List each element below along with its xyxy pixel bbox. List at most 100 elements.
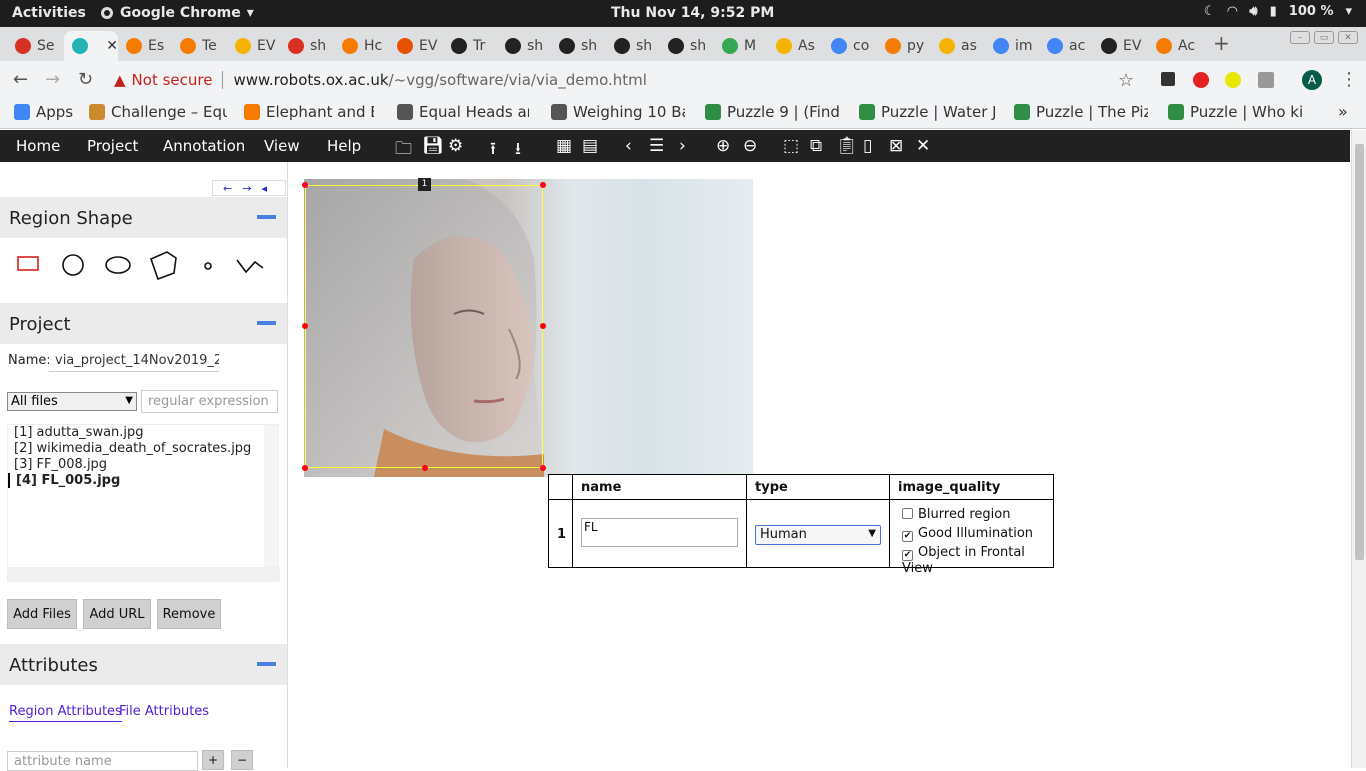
add-files-button[interactable]: Add Files — [7, 599, 77, 629]
select-all-icon[interactable]: ⬚ — [783, 136, 799, 156]
add-url-button[interactable]: Add URL — [83, 599, 151, 629]
upload-icon[interactable]: ⭱ — [490, 136, 496, 165]
attributes-header[interactable]: Attributes — [0, 644, 287, 685]
checkbox-blurred[interactable]: Blurred region — [902, 507, 1010, 522]
resize-handle[interactable] — [540, 465, 546, 471]
save-icon[interactable]: 💾︎ — [422, 136, 444, 156]
extension-icon[interactable] — [1258, 72, 1274, 88]
bookmark-item[interactable]: Weighing 10 Bag — [551, 103, 685, 121]
bookmark-item[interactable]: Equal Heads and — [397, 103, 529, 121]
close-window-button[interactable]: ✕ — [1338, 31, 1358, 44]
resize-handle[interactable] — [422, 465, 428, 471]
resize-handle[interactable] — [302, 465, 308, 471]
browser-tab[interactable]: M — [714, 31, 768, 61]
checkbox-unchecked[interactable] — [902, 508, 913, 519]
bookmark-star-icon[interactable]: ☆ — [1118, 70, 1134, 91]
browser-tab[interactable]: As — [768, 31, 822, 61]
arrow-left-icon[interactable]: ← — [223, 182, 232, 195]
next-image-icon[interactable]: › — [679, 136, 686, 156]
browser-tab[interactable]: sh — [280, 31, 334, 61]
collapse-icon[interactable]: ◂ — [261, 182, 267, 195]
gear-icon[interactable]: ⚙ — [448, 136, 463, 156]
browser-tab[interactable]: Te — [172, 31, 226, 61]
page-scrollbar[interactable] — [1351, 130, 1366, 768]
download-icon[interactable]: ⭳ — [515, 136, 521, 165]
app-menu[interactable]: Google Chrome ▾ — [100, 5, 254, 21]
checkbox-frontal-view[interactable]: ✔ Object in Frontal View — [902, 545, 1053, 576]
browser-tab[interactable]: Tr — [443, 31, 497, 61]
circle-shape-icon[interactable] — [62, 254, 86, 278]
paste-icon[interactable]: 📋︎ — [836, 136, 858, 156]
arrow-right-icon[interactable]: → — [242, 182, 251, 195]
zoom-in-icon[interactable]: ⊕ — [716, 136, 730, 156]
browser-tab[interactable]: Hc — [334, 31, 388, 61]
browser-tab[interactable]: Es — [118, 31, 172, 61]
file-list-item-selected[interactable]: [4] FL_005.jpg — [8, 473, 120, 488]
browser-tab[interactable]: Se — [7, 31, 61, 61]
extension-icon[interactable] — [1193, 72, 1209, 88]
comment-icon[interactable]: ▤ — [582, 136, 598, 156]
browser-tab[interactable]: sh — [606, 31, 660, 61]
collapse-icon[interactable] — [257, 215, 276, 219]
browser-tab[interactable]: sh — [497, 31, 551, 61]
activities-button[interactable]: Activities — [12, 5, 86, 21]
close-tab-icon[interactable]: ✕ — [106, 38, 118, 54]
checkbox-checked[interactable]: ✔ — [902, 531, 913, 542]
project-name-input[interactable]: via_project_14Nov2019_21h — [49, 350, 219, 372]
folder-open-icon[interactable]: 🗀︎ — [395, 136, 412, 165]
extension-icon[interactable] — [1161, 72, 1175, 86]
minimize-button[interactable]: – — [1290, 31, 1310, 44]
image-file-list[interactable]: [1] adutta_swan.jpg [2] wikimedia_death_… — [7, 424, 280, 582]
image-list-icon[interactable]: ☰ — [649, 136, 664, 156]
browser-tab[interactable]: py — [877, 31, 931, 61]
resize-handle[interactable] — [540, 323, 546, 329]
maximize-button[interactable]: ▭ — [1314, 31, 1334, 44]
delete-attribute-button[interactable]: − — [231, 750, 253, 770]
resize-handle[interactable] — [302, 323, 308, 329]
collapse-icon[interactable] — [257, 662, 276, 666]
clock[interactable]: Thu Nov 14, 9:52 PM — [611, 5, 774, 21]
back-icon[interactable]: ← — [13, 69, 28, 90]
file-filter-select[interactable]: All files ▼ — [7, 392, 137, 411]
grid-view-icon[interactable]: ▦ — [556, 136, 572, 156]
browser-tab[interactable]: as — [931, 31, 985, 61]
browser-tab[interactable]: sh — [551, 31, 605, 61]
region-shape-header[interactable]: Region Shape — [0, 197, 287, 238]
browser-tab[interactable]: EV — [389, 31, 443, 61]
security-indicator[interactable]: ▲ Not secure — [114, 71, 212, 89]
remove-button[interactable]: Remove — [157, 599, 221, 629]
checkbox-checked[interactable]: ✔ — [902, 550, 913, 561]
region-bounding-box[interactable] — [305, 185, 543, 468]
address-bar[interactable]: ▲ Not secure www.robots.ox.ac.uk/~vgg/so… — [108, 66, 1148, 94]
file-list-item[interactable]: [3] FF_008.jpg — [14, 457, 107, 472]
collapse-icon[interactable] — [257, 321, 276, 325]
copy-icon[interactable]: ⧉ — [810, 136, 822, 156]
polygon-shape-icon[interactable] — [148, 250, 178, 280]
bookmark-item[interactable]: Puzzle | Water Ju — [859, 103, 995, 121]
bookmark-item[interactable]: Apps — [14, 103, 76, 121]
bookmark-item[interactable]: Puzzle | The Pizza — [1014, 103, 1148, 121]
resize-handle[interactable] — [540, 182, 546, 188]
reload-icon[interactable]: ↻ — [78, 69, 93, 90]
profile-avatar[interactable]: A — [1302, 70, 1322, 90]
menu-home[interactable]: Home — [16, 137, 60, 155]
bookmarks-overflow-icon[interactable]: » — [1338, 102, 1348, 121]
zoom-out-icon[interactable]: ⊖ — [743, 136, 757, 156]
menu-annotation[interactable]: Annotation — [163, 137, 245, 155]
rectangle-shape-icon[interactable] — [17, 254, 41, 274]
bookmark-item[interactable]: Puzzle | Who kill — [1168, 103, 1302, 121]
more-menu-icon[interactable]: ⋮ — [1340, 69, 1358, 90]
menu-view[interactable]: View — [264, 137, 300, 155]
browser-tab[interactable]: EV — [1093, 31, 1147, 61]
extension-icon[interactable] — [1225, 72, 1241, 88]
delete-region-icon[interactable]: ⊠ — [889, 136, 903, 156]
tab-region-attributes[interactable]: Region Attributes — [9, 704, 122, 722]
file-list-vscroll[interactable] — [264, 425, 278, 569]
tab-file-attributes[interactable]: File Attributes — [119, 704, 209, 719]
point-shape-icon[interactable] — [202, 254, 214, 278]
paste-n-icon[interactable]: ▯ — [863, 136, 872, 156]
browser-tab[interactable]: Ac — [1148, 31, 1202, 61]
add-attribute-button[interactable]: + — [202, 750, 224, 770]
browser-tab[interactable]: EV — [227, 31, 281, 61]
type-select[interactable]: Human ▼ — [755, 525, 881, 545]
